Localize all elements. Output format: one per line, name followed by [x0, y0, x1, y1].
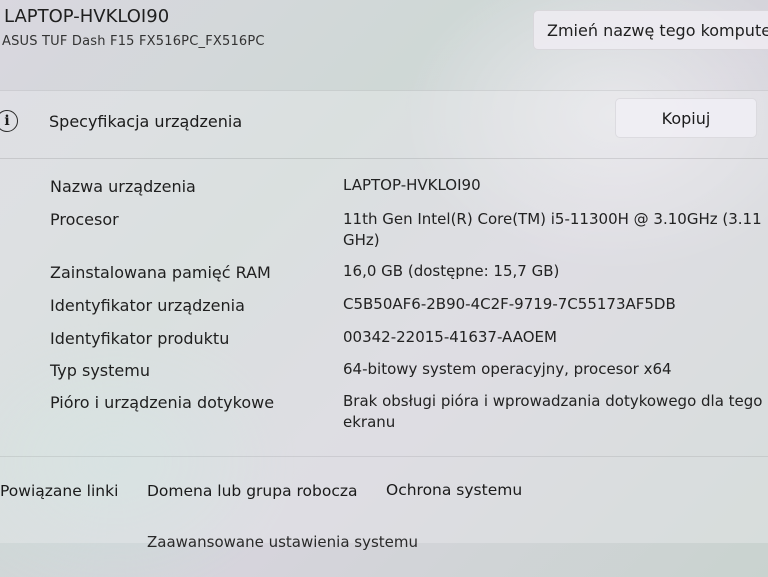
spec-label-product-id: Identyfikator produktu — [50, 329, 230, 348]
device-name: LAPTOP-HVKLOI90 — [4, 6, 170, 27]
spec-label-pen-touch: Pióro i urządzenia dotykowe — [50, 393, 275, 412]
spec-value-device-name: LAPTOP-HVKLOI90 — [343, 176, 481, 194]
related-links-title: Powiązane linki — [0, 482, 119, 500]
spec-value-ram: 16,0 GB (dostępne: 15,7 GB) — [343, 262, 560, 280]
domain-workgroup-link[interactable]: Domena lub grupa robocza — [147, 482, 358, 500]
spec-value-system-type: 64-bitowy system operacyjny, procesor x6… — [343, 360, 672, 378]
spec-label-system-type: Typ systemu — [50, 361, 150, 380]
device-model: ASUS TUF Dash F15 FX516PC_FX516PC — [2, 34, 265, 49]
section-divider — [0, 158, 768, 159]
related-divider — [0, 456, 768, 457]
spec-label-processor: Procesor — [50, 210, 119, 229]
spec-value-processor: 11th Gen Intel(R) Core(TM) i5-11300H @ 3… — [343, 210, 762, 249]
spec-value-product-id: 00342-22015-41637-AAOEM — [343, 328, 557, 346]
spec-label-ram: Zainstalowana pamięć RAM — [50, 263, 271, 282]
spec-label-device-name: Nazwa urządzenia — [50, 177, 196, 196]
spec-value-device-id: C5B50AF6-2B90-4C2F-9719-7C55173AF5DB — [343, 295, 676, 313]
rename-computer-button[interactable]: Zmień nazwę tego komputera — [533, 10, 768, 50]
spec-value-pen-touch: Brak obsługi pióra i wprowadzania dotyko… — [343, 392, 763, 431]
advanced-system-settings-link[interactable]: Zaawansowane ustawienia systemu — [147, 533, 418, 551]
spec-label-device-id: Identyfikator urządzenia — [50, 296, 245, 315]
system-protection-link[interactable]: Ochrona systemu — [386, 481, 522, 499]
copy-button[interactable]: Kopiuj — [615, 98, 757, 138]
section-title: Specyfikacja urządzenia — [49, 112, 243, 131]
